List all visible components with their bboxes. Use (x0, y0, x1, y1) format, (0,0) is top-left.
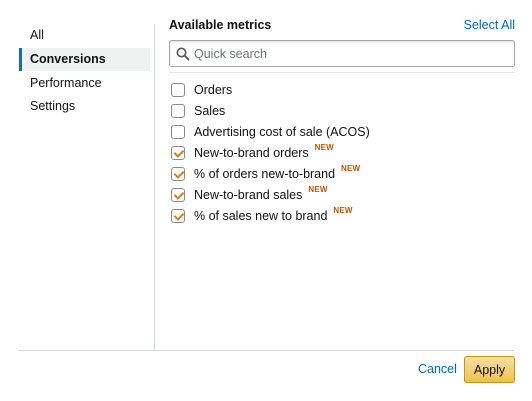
metric-orders[interactable]: Orders (169, 79, 515, 100)
quick-search-input[interactable] (194, 45, 508, 63)
metric-label: Orders (194, 82, 233, 97)
metric-label: New-to-brand orders (194, 145, 309, 160)
nav-item-settings[interactable]: Settings (19, 95, 150, 118)
new-to-brand-sales-checkbox[interactable] (171, 187, 185, 202)
new-badge: NEW (308, 185, 328, 194)
category-nav: All Conversions Performance Settings (19, 24, 155, 350)
cancel-link[interactable]: Cancel (418, 362, 457, 376)
nav-item-conversions[interactable]: Conversions (19, 48, 150, 71)
select-all-link[interactable]: Select All (464, 18, 515, 32)
metric-new-to-brand-sales[interactable]: New-to-brand sales NEW (169, 184, 515, 205)
search-icon (176, 47, 190, 61)
metric-new-to-brand-orders[interactable]: New-to-brand orders NEW (169, 142, 515, 163)
sales-checkbox[interactable] (171, 103, 185, 118)
pct-sales-new-to-brand-checkbox[interactable] (171, 208, 185, 223)
metric-sales[interactable]: Sales (169, 100, 515, 121)
available-metrics-title: Available metrics (169, 18, 272, 32)
metric-label: Sales (194, 103, 226, 118)
metrics-main: Available metrics Select All Orders Sale… (169, 16, 515, 223)
acos-checkbox[interactable] (171, 124, 185, 139)
metric-label: New-to-brand sales (194, 187, 303, 202)
metric-label: % of sales new to brand (194, 208, 328, 223)
orders-checkbox[interactable] (171, 82, 185, 97)
nav-item-all[interactable]: All (19, 24, 150, 47)
metrics-picker-panel: All Conversions Performance Settings Ava… (0, 0, 532, 401)
metrics-header: Available metrics Select All (169, 16, 515, 38)
metric-label: % of orders new-to-brand (194, 166, 336, 181)
new-to-brand-orders-checkbox[interactable] (171, 145, 185, 160)
metric-pct-sales-new-to-brand[interactable]: % of sales new to brand NEW (169, 205, 515, 226)
apply-button[interactable]: Apply (464, 356, 515, 383)
new-badge: NEW (314, 143, 334, 152)
footer-divider (19, 350, 515, 351)
pct-orders-new-to-brand-checkbox[interactable] (171, 166, 185, 181)
new-badge: NEW (333, 206, 353, 215)
nav-item-performance[interactable]: Performance (19, 72, 150, 95)
metrics-list: Orders Sales Advertising cost of sale (A… (169, 79, 515, 226)
metric-label: Advertising cost of sale (ACOS) (194, 124, 370, 139)
new-badge: NEW (341, 164, 361, 173)
quick-search-box (169, 40, 515, 67)
metric-pct-orders-new-to-brand[interactable]: % of orders new-to-brand NEW (169, 163, 515, 184)
metric-acos[interactable]: Advertising cost of sale (ACOS) (169, 121, 515, 142)
header-divider (169, 72, 515, 73)
